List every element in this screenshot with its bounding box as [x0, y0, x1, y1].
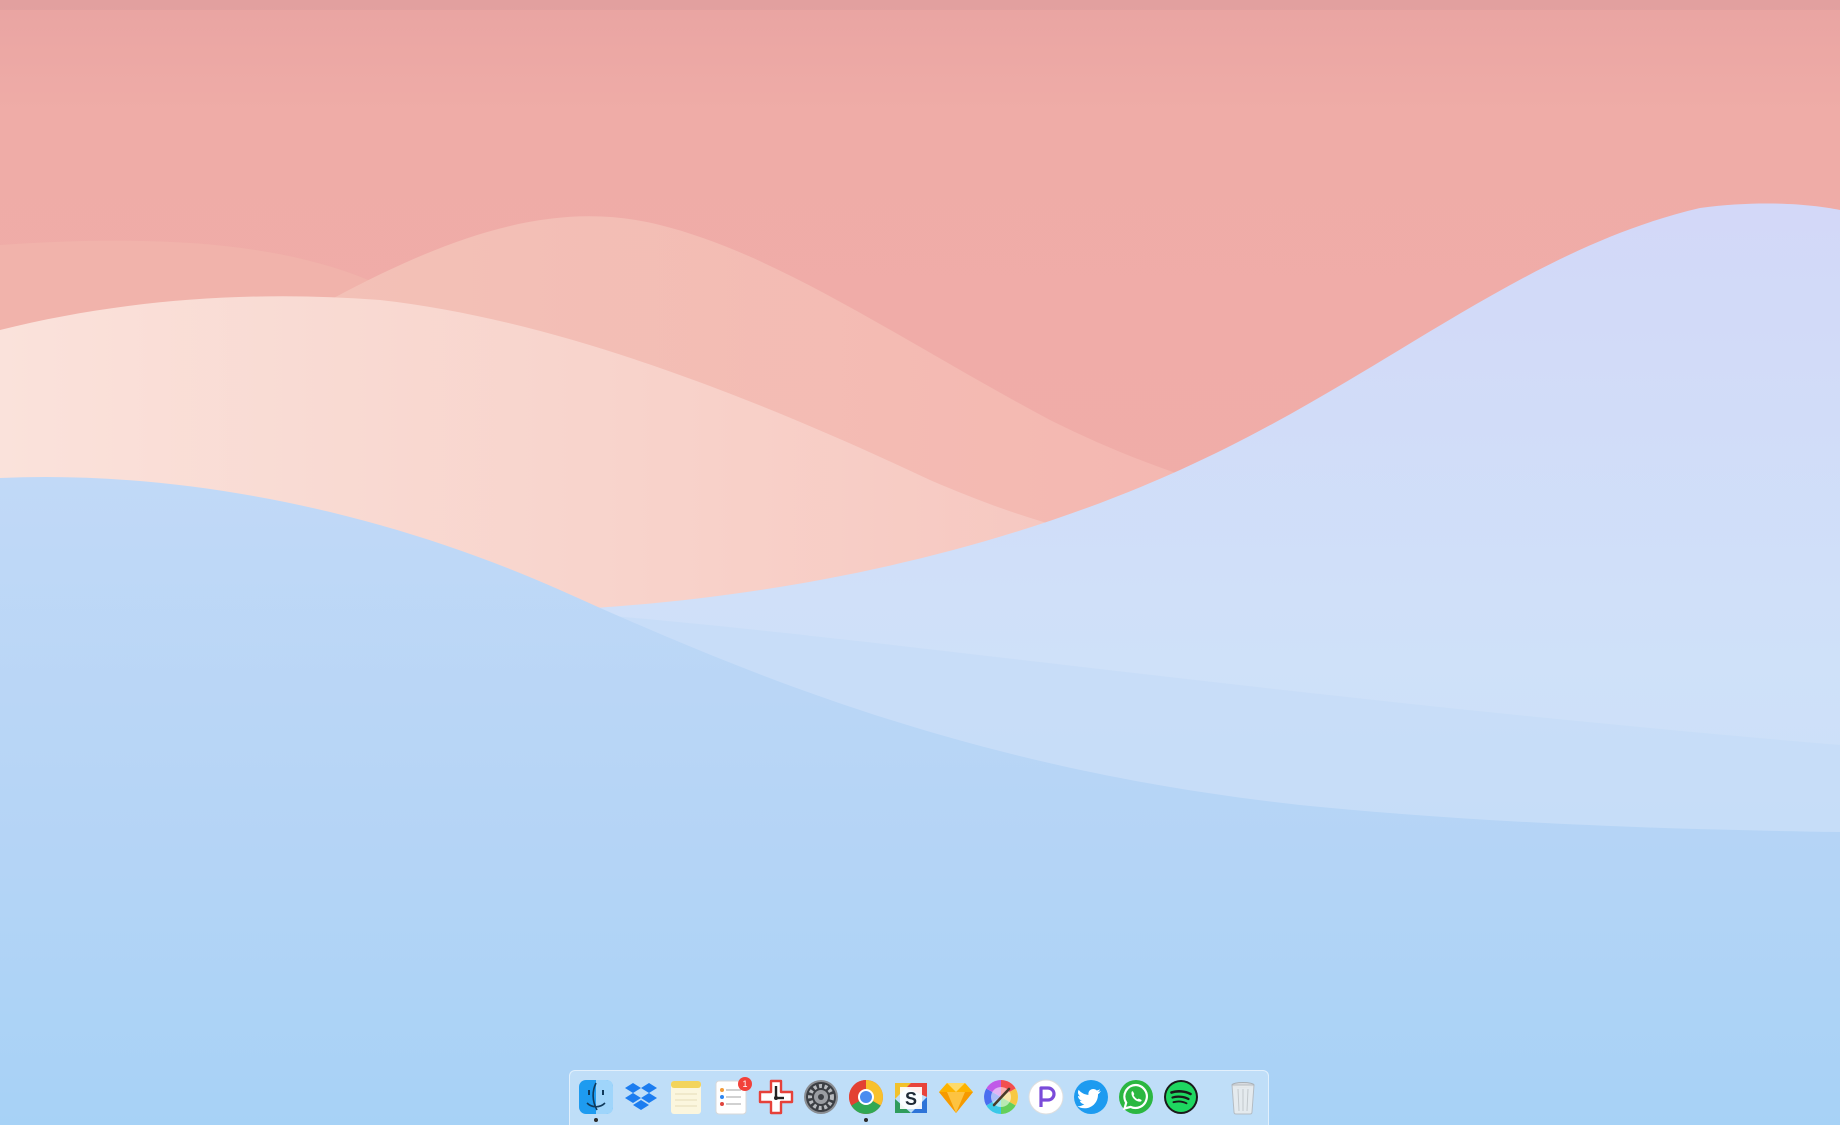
- dock-item-finder[interactable]: [576, 1077, 616, 1125]
- gear-icon: [804, 1080, 838, 1114]
- sketch-diamond-icon: [939, 1083, 973, 1113]
- twitter-bird-icon: [1074, 1080, 1108, 1114]
- clock-plus-icon: [758, 1079, 794, 1115]
- reminders-badge: 1: [738, 1077, 752, 1091]
- wallpaper: [0, 0, 1840, 1125]
- dock-item-color-picker[interactable]: [981, 1077, 1021, 1125]
- dock-item-whatsapp[interactable]: [1116, 1077, 1156, 1125]
- dock-item-sketch[interactable]: [936, 1077, 976, 1125]
- dock-item-reminders[interactable]: 1: [711, 1077, 752, 1125]
- desktop[interactable]: 1 S: [0, 0, 1840, 1125]
- spotify-icon: [1164, 1080, 1198, 1114]
- running-indicator: [864, 1118, 868, 1122]
- dock: 1 S: [569, 1070, 1269, 1125]
- dock-item-notes[interactable]: [666, 1077, 706, 1125]
- dock-item-pastebot[interactable]: [1026, 1077, 1066, 1125]
- color-wheel-icon: [984, 1080, 1018, 1114]
- dock-item-timing[interactable]: [756, 1077, 796, 1125]
- dock-item-system-preferences[interactable]: [801, 1077, 841, 1125]
- running-indicator: [594, 1118, 598, 1122]
- dropbox-icon: [625, 1083, 657, 1110]
- p-circle-icon: [1028, 1079, 1064, 1115]
- whatsapp-icon: [1119, 1080, 1153, 1114]
- finder-icon: [579, 1080, 613, 1114]
- dock-item-dropbox[interactable]: [621, 1077, 661, 1125]
- dock-item-twitter[interactable]: [1071, 1077, 1111, 1125]
- dock-item-slides[interactable]: S: [891, 1077, 931, 1125]
- dock-item-chrome[interactable]: [846, 1077, 886, 1125]
- svg-text:S: S: [905, 1089, 917, 1109]
- slides-s-icon: S: [895, 1083, 927, 1113]
- notes-icon: [671, 1081, 701, 1114]
- dock-item-trash[interactable]: [1223, 1077, 1263, 1125]
- trash-icon: [1231, 1082, 1255, 1115]
- chrome-icon: [849, 1080, 883, 1114]
- dock-item-spotify[interactable]: [1161, 1077, 1201, 1125]
